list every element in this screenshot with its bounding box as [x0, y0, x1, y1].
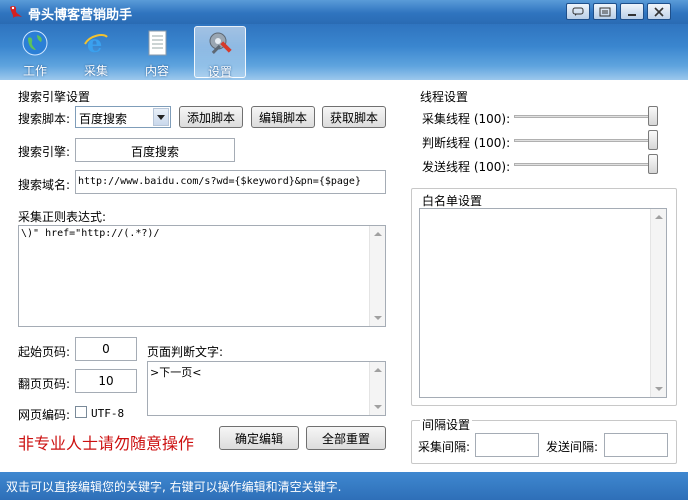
close-icon: [654, 6, 664, 17]
title-bar: 骨头博客营销助手: [0, 0, 688, 24]
send-thread-slider[interactable]: [648, 154, 658, 174]
page-step-label: 翻页页码:: [18, 377, 71, 391]
chat-icon: [572, 7, 584, 16]
scroll-down-icon: [374, 316, 382, 320]
minimize-icon: [628, 13, 636, 16]
status-bar: 双击可以直接编辑您的关键字, 右键可以操作编辑和清空关键字.: [0, 472, 688, 500]
page-judge-value: >下一页<: [150, 366, 202, 379]
script-select[interactable]: 百度搜索: [75, 106, 171, 128]
whitelist-section-title: 白名单设置: [420, 192, 485, 209]
encoding-label: 网页编码:: [18, 408, 71, 422]
start-page-value: 0: [102, 342, 110, 356]
page-judge-scrollbar[interactable]: [369, 362, 385, 415]
send-interval-label: 发送间隔:: [546, 440, 599, 454]
search-engine-section-title: 搜索引擎设置: [18, 90, 91, 104]
send-interval-field[interactable]: [604, 433, 668, 457]
window-title: 骨头博客营销助手: [28, 8, 133, 23]
whitelist-textarea[interactable]: [419, 208, 667, 398]
tab-collect-label: 采集: [83, 64, 108, 78]
collect-thread-track: [514, 115, 658, 118]
page-judge-label: 页面判断文字:: [147, 345, 224, 359]
ie-icon: e: [84, 29, 108, 57]
chevron-down-icon: [153, 108, 169, 126]
menu-icon: [599, 7, 611, 16]
globe-icon: [22, 30, 48, 56]
confirm-edit-button[interactable]: 确定编辑: [219, 426, 299, 450]
edit-script-button[interactable]: 编辑脚本: [251, 106, 315, 128]
main-toolbar: 工作 e 采集 内容 设置: [0, 24, 688, 80]
scroll-up-icon: [374, 232, 382, 236]
whitelist-scrollbar[interactable]: [650, 209, 666, 397]
page-judge-textarea[interactable]: >下一页<: [147, 361, 386, 416]
interval-section-title: 间隔设置: [420, 416, 473, 433]
reset-all-button[interactable]: 全部重置: [306, 426, 386, 450]
scroll-down-icon: [655, 387, 663, 391]
collect-thread-slider[interactable]: [648, 106, 658, 126]
tab-settings-label: 设置: [207, 65, 232, 79]
minimize-button[interactable]: [620, 3, 644, 20]
send-thread-label: 发送线程 (100):: [422, 160, 511, 174]
domain-value: http://www.baidu.com/s?wd={$keyword}&pn=…: [78, 176, 361, 187]
send-thread-track: [514, 163, 658, 166]
collect-thread-label: 采集线程 (100):: [422, 112, 511, 126]
app-logo-icon: [10, 6, 22, 18]
start-page-field[interactable]: 0: [75, 337, 137, 361]
warning-text: 非专业人士请勿随意操作: [18, 434, 195, 453]
close-button[interactable]: [647, 3, 671, 20]
judge-thread-track: [514, 139, 658, 142]
utf8-checkbox-label: UTF-8: [91, 407, 125, 420]
start-page-label: 起始页码:: [18, 345, 71, 359]
regex-value: \)" href="http://(.*?)/: [21, 228, 160, 239]
feedback-button[interactable]: [566, 3, 590, 20]
tab-content[interactable]: 内容: [131, 26, 183, 78]
document-icon: [148, 30, 167, 56]
page-step-value: 10: [98, 374, 114, 388]
regex-textarea[interactable]: \)" href="http://(.*?)/: [18, 225, 386, 327]
tab-content-label: 内容: [144, 64, 169, 78]
engine-name-field[interactable]: 百度搜索: [75, 138, 235, 162]
collect-interval-field[interactable]: [475, 433, 539, 457]
thread-section-title: 线程设置: [420, 90, 469, 104]
engine-label: 搜索引擎:: [18, 145, 71, 159]
regex-scrollbar[interactable]: [369, 226, 385, 326]
judge-thread-slider[interactable]: [648, 130, 658, 150]
scroll-up-icon: [374, 368, 382, 372]
domain-field[interactable]: http://www.baidu.com/s?wd={$keyword}&pn=…: [75, 170, 386, 194]
menu-button[interactable]: [593, 3, 617, 20]
page-step-field[interactable]: 10: [75, 369, 137, 393]
judge-thread-label: 判断线程 (100):: [422, 136, 511, 150]
script-select-value: 百度搜索: [79, 112, 128, 126]
status-text: 双击可以直接编辑您的关键字, 右键可以操作编辑和清空关键字.: [6, 480, 342, 494]
utf8-checkbox[interactable]: [75, 406, 87, 418]
svg-text:e: e: [87, 29, 102, 57]
tab-work[interactable]: 工作: [9, 26, 61, 78]
get-script-button[interactable]: 获取脚本: [322, 106, 386, 128]
script-label: 搜索脚本:: [18, 112, 71, 126]
regex-label: 采集正则表达式:: [18, 210, 107, 224]
tools-icon: [209, 32, 232, 54]
scroll-down-icon: [374, 405, 382, 409]
tab-work-label: 工作: [22, 64, 47, 78]
engine-name-value: 百度搜索: [130, 145, 179, 159]
tab-settings[interactable]: 设置: [194, 26, 246, 79]
scroll-up-icon: [655, 215, 663, 219]
domain-label: 搜索域名:: [18, 178, 71, 192]
collect-interval-label: 采集间隔:: [418, 440, 471, 454]
add-script-button[interactable]: 添加脚本: [179, 106, 243, 128]
tab-collect[interactable]: e 采集: [70, 26, 122, 78]
